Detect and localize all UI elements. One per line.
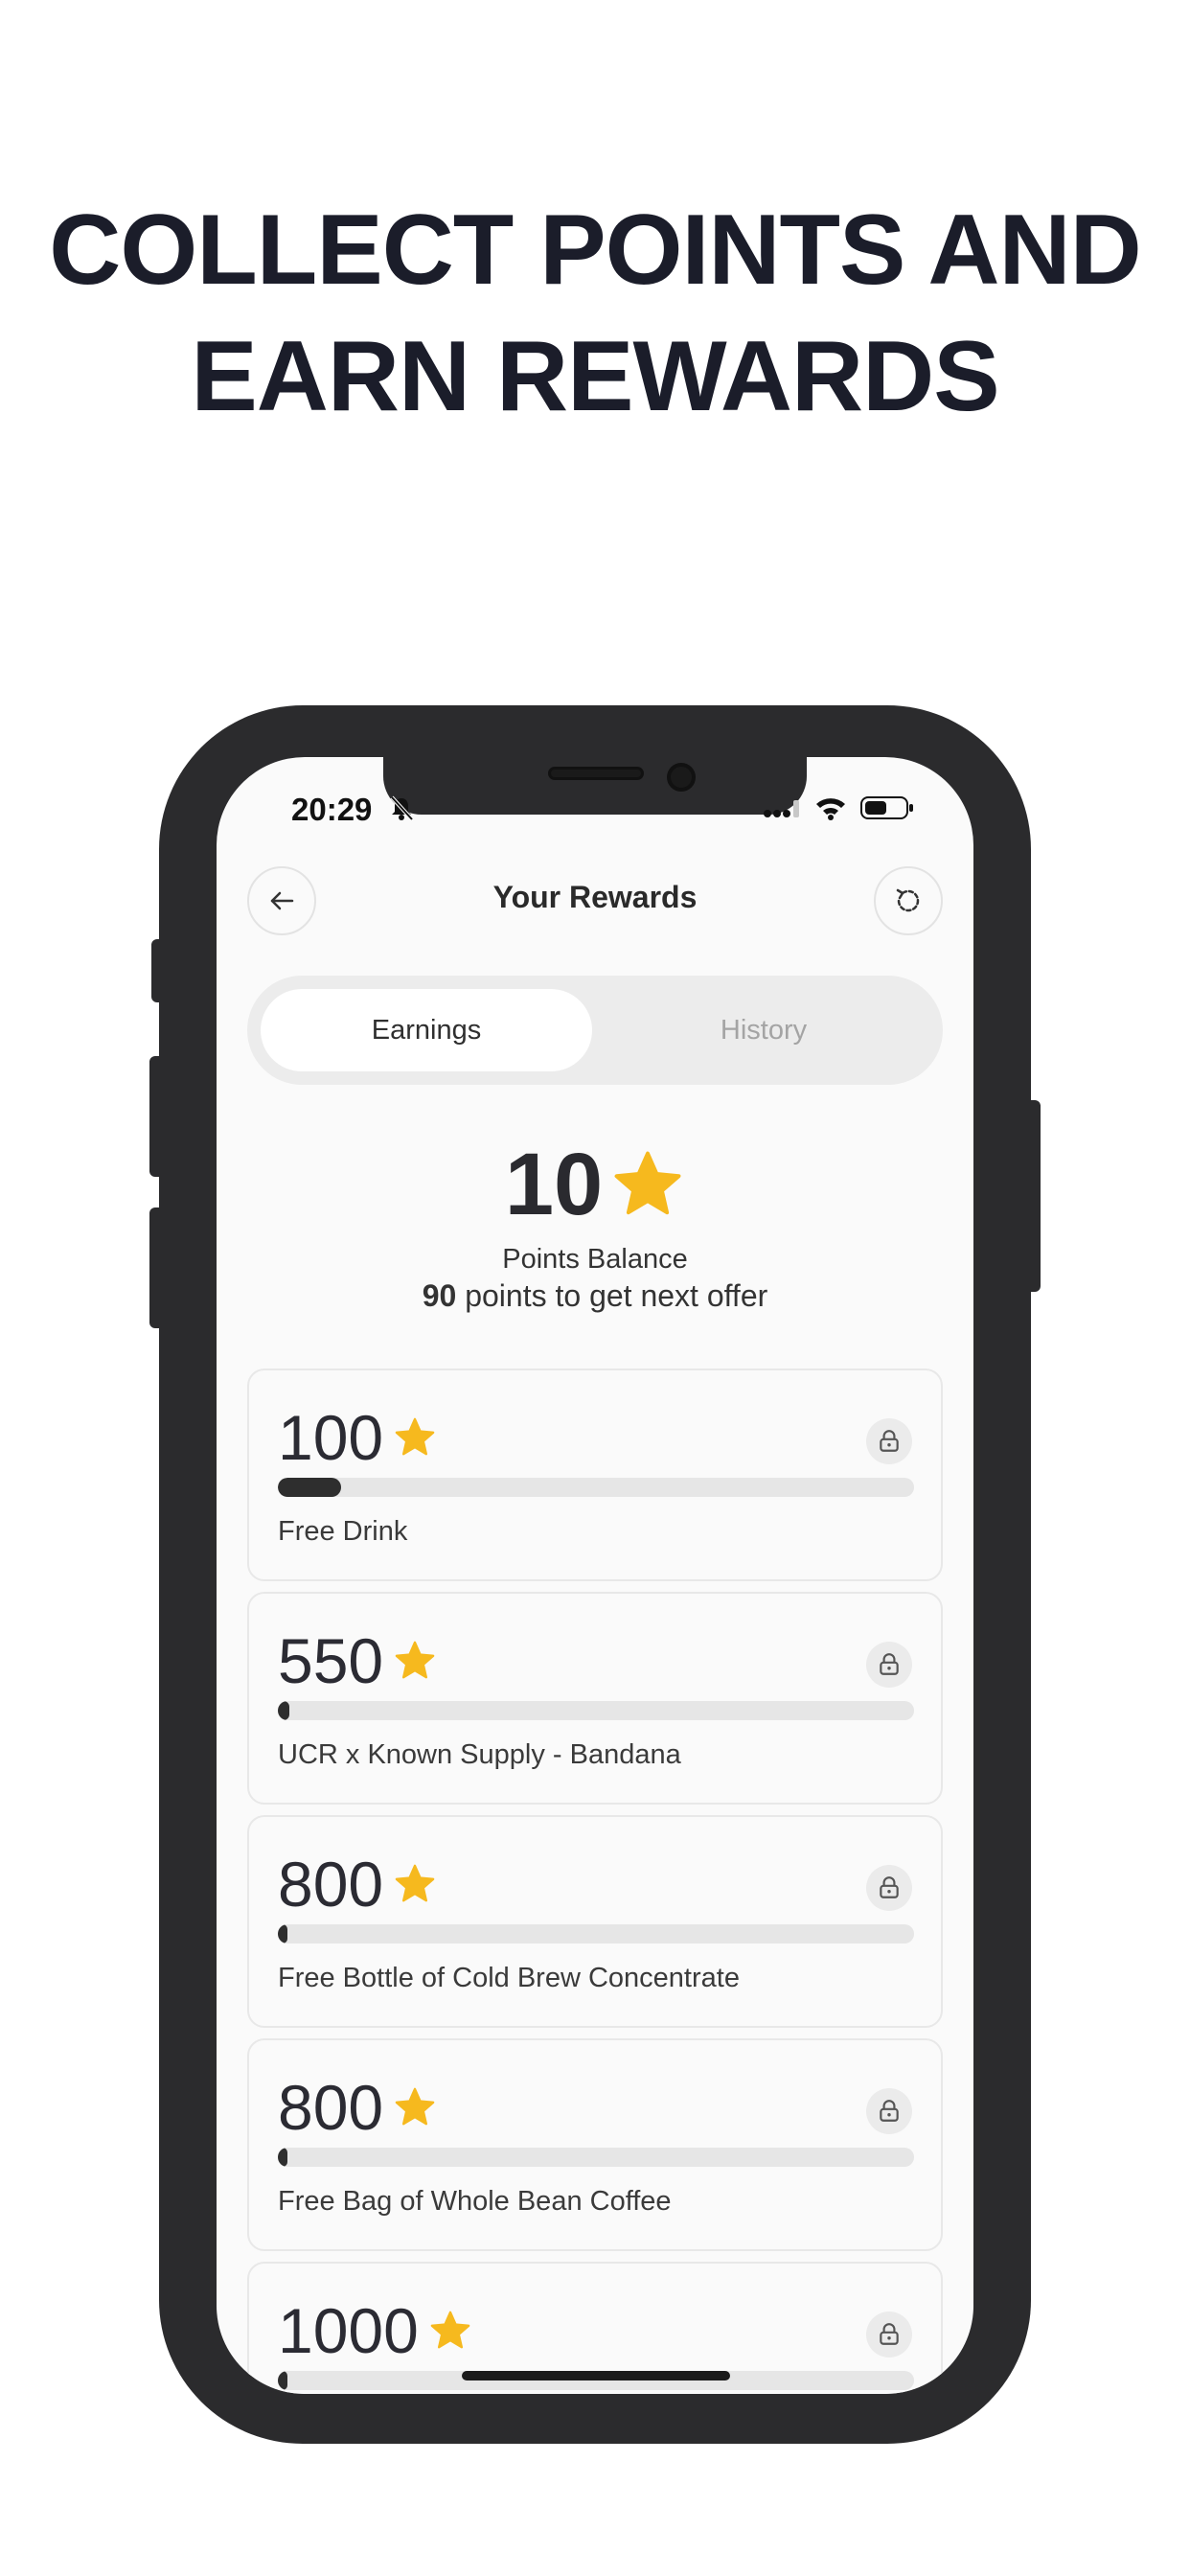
lock-icon <box>880 1876 899 1898</box>
status-icons <box>763 795 914 820</box>
star-icon <box>430 2311 470 2349</box>
reward-card[interactable]: 100 Free Drink <box>247 1368 943 1581</box>
reward-points: 100 <box>278 1402 384 1473</box>
reward-card[interactable]: 800 Free Bag of Whole Bean Coffee <box>247 2038 943 2251</box>
refresh-button[interactable] <box>874 866 943 935</box>
headline-line-1: COLLECT POINTS AND <box>49 195 1141 306</box>
notch <box>383 757 807 815</box>
reward-points: 800 <box>278 2072 384 2143</box>
reward-progress-bar <box>278 1924 914 1944</box>
earpiece-speaker <box>548 767 644 780</box>
reward-card[interactable]: 800 Free Bottle of Cold Brew Concentrate <box>247 1815 943 2028</box>
next-offer-text: 90 points to get next offer <box>217 1278 973 1314</box>
page-title: Your Rewards <box>492 880 698 914</box>
lock-badge <box>866 1865 912 1911</box>
points-balance-display: 10 <box>217 1137 973 1232</box>
bell-slash-icon <box>390 795 414 821</box>
reward-progress-bar <box>278 2148 914 2167</box>
reward-progress-fill <box>278 1924 287 1944</box>
lock-badge <box>866 2088 912 2134</box>
reward-header: 800 <box>278 2073 437 2142</box>
rewards-tabs: Earnings History <box>247 976 943 1085</box>
reward-name: Free Drink <box>278 1516 408 1547</box>
battery-icon <box>860 796 913 819</box>
reward-header: 1000 <box>278 2296 472 2365</box>
points-balance-value: 10 <box>504 1136 604 1233</box>
home-indicator <box>462 2371 730 2380</box>
lock-icon <box>880 1653 899 1675</box>
reward-name: UCR x Known Supply - Bandana <box>278 1739 681 1770</box>
tab-earnings[interactable]: Earnings <box>261 989 592 1071</box>
lock-badge <box>866 1642 912 1688</box>
reward-progress-bar <box>278 1478 914 1497</box>
reward-list: 100 Free Drink 550 UCR x Known Supply - … <box>247 1368 943 2394</box>
cellular-icon <box>764 800 799 817</box>
phone-screen: 20:29 Your Rewards Earnings History 10 P… <box>217 757 973 2394</box>
next-offer-points: 90 <box>422 1278 457 1313</box>
lock-icon <box>880 1430 899 1452</box>
reward-name: Free Bag of Whole Bean Coffee <box>278 2186 672 2217</box>
reward-progress-fill <box>278 1478 342 1497</box>
points-balance-label: Points Balance <box>502 1244 688 1275</box>
lock-icon <box>880 2100 899 2122</box>
reward-points: 550 <box>278 1625 384 1696</box>
lock-badge <box>866 1418 912 1464</box>
reward-progress-fill <box>278 2148 287 2167</box>
lock-badge <box>866 2312 912 2358</box>
lock-icon <box>880 2323 899 2345</box>
star-icon <box>395 1417 435 1456</box>
star-icon <box>395 2087 435 2126</box>
front-camera <box>667 763 696 792</box>
reward-header: 800 <box>278 1850 437 1919</box>
wifi-icon <box>816 798 845 820</box>
reward-points: 1000 <box>278 2295 419 2366</box>
next-offer-suffix: points to get next offer <box>456 1278 768 1313</box>
reward-card[interactable]: 550 UCR x Known Supply - Bandana <box>247 1592 943 1805</box>
headline: COLLECT POINTS AND EARN REWARDS <box>0 187 1190 440</box>
reward-name: Free Bottle of Cold Brew Concentrate <box>278 1963 740 1993</box>
reward-progress-bar <box>278 1701 914 1720</box>
reward-header: 550 <box>278 1626 437 1695</box>
reward-progress-fill <box>278 1701 289 1720</box>
status-time: 20:29 <box>291 792 373 827</box>
star-icon <box>395 1864 435 1902</box>
reward-points: 800 <box>278 1849 384 1920</box>
reward-progress-fill <box>278 2371 287 2390</box>
refresh-icon <box>896 888 920 912</box>
reward-header: 100 <box>278 1403 437 1472</box>
star-icon <box>614 1151 681 1215</box>
star-icon <box>395 1641 435 1679</box>
tab-history[interactable]: History <box>598 989 929 1071</box>
headline-line-2: EARN REWARDS <box>191 321 999 432</box>
